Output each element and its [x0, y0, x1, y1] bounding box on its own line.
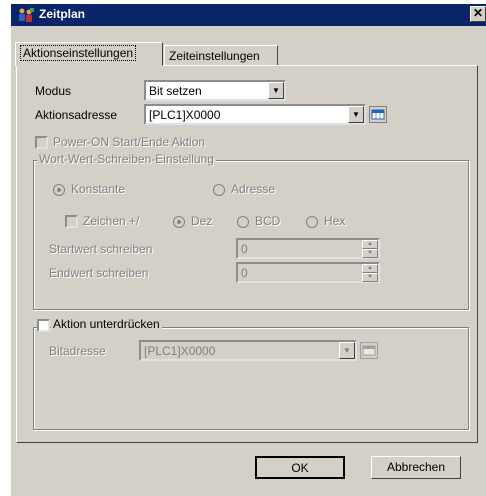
endwert-value: 0 [241, 266, 248, 280]
radio-bcd[interactable] [237, 216, 249, 228]
modus-value: Bit setzen [149, 84, 202, 98]
endwert-label: Endwert schreiben [49, 266, 149, 280]
adresse-label: Adresse [231, 182, 276, 196]
radio-dez[interactable] [173, 216, 185, 228]
startwert-value: 0 [241, 242, 248, 256]
window-title: Zeitplan [39, 7, 86, 21]
chevron-down-icon: ▼ [272, 86, 280, 95]
calendar-icon[interactable] [369, 106, 387, 123]
chevron-down-icon: ▼ [352, 110, 360, 119]
title-bar[interactable]: Zeitplan ✕ [11, 4, 486, 26]
tab-zeiteinstellungen[interactable]: Zeiteinstellungen [164, 45, 278, 66]
endwert-input[interactable]: 0 [236, 262, 380, 283]
bitadresse-value: [PLC1]X0000 [144, 344, 216, 358]
zeichen-checkbox[interactable] [65, 215, 78, 228]
radio-konstante[interactable] [53, 184, 65, 196]
arrow-up-icon: ▲ [367, 265, 373, 271]
startwert-label: Startwert schreiben [49, 242, 153, 256]
wort-wert-group-label: Wort-Wert-Schreiben-Einstellung [37, 152, 216, 166]
ok-button[interactable]: OK [255, 456, 345, 479]
dialog-window: Zeitplan ✕ Aktionseinstellungen Zeiteins… [11, 4, 486, 496]
konstante-label: Konstante [71, 182, 126, 196]
arrow-up-icon: ▲ [367, 241, 373, 247]
close-button[interactable]: ✕ [470, 6, 486, 22]
bcd-label: BCD [255, 214, 281, 228]
aktion-unterdruecken-label: Aktion unterdrücken [51, 317, 162, 331]
aktionsadresse-label: Aktionsadresse [35, 108, 118, 122]
close-icon: ✕ [472, 6, 484, 20]
aktionsadresse-dropdown-button[interactable]: ▼ [348, 106, 364, 123]
tab-label: Aktionseinstellungen [20, 45, 137, 61]
aktionsadresse-input[interactable]: [PLC1]X0000 [144, 104, 366, 125]
hex-label: Hex [324, 214, 346, 228]
modus-select[interactable]: Bit setzen [144, 80, 286, 101]
aktionsadresse-value: [PLC1]X0000 [149, 108, 221, 122]
arrow-down-icon: ▼ [367, 250, 373, 256]
modus-label: Modus [35, 84, 72, 98]
endwert-spin-down[interactable]: ▼ [362, 273, 378, 282]
cancel-button[interactable]: Abbrechen [371, 456, 461, 479]
dez-label: Dez [191, 214, 213, 228]
startwert-input[interactable]: 0 [236, 238, 380, 259]
tab-label: Zeiteinstellungen [169, 49, 260, 63]
power-on-checkbox[interactable] [35, 136, 48, 149]
chevron-down-icon: ▼ [343, 346, 351, 355]
bitadresse-dropdown-button[interactable]: ▼ [339, 342, 355, 359]
radio-hex[interactable] [306, 216, 318, 228]
people-icon [19, 8, 34, 22]
bitadresse-label: Bitadresse [49, 344, 106, 358]
radio-adresse[interactable] [213, 184, 225, 196]
calendar-icon[interactable] [360, 342, 378, 359]
arrow-down-icon: ▼ [367, 274, 373, 280]
bitadresse-input[interactable]: [PLC1]X0000 [139, 340, 357, 361]
startwert-spin-up[interactable]: ▲ [362, 240, 378, 249]
startwert-spin-down[interactable]: ▼ [362, 249, 378, 258]
aktion-unterdruecken-checkbox[interactable] [37, 319, 50, 332]
tab-aktionseinstellungen[interactable]: Aktionseinstellungen [15, 42, 163, 66]
zeichen-label: Zeichen +/ [83, 214, 140, 228]
endwert-spin-up[interactable]: ▲ [362, 264, 378, 273]
power-on-label: Power-ON Start/Ende Aktion [53, 135, 206, 149]
modus-dropdown-button[interactable]: ▼ [268, 82, 284, 99]
